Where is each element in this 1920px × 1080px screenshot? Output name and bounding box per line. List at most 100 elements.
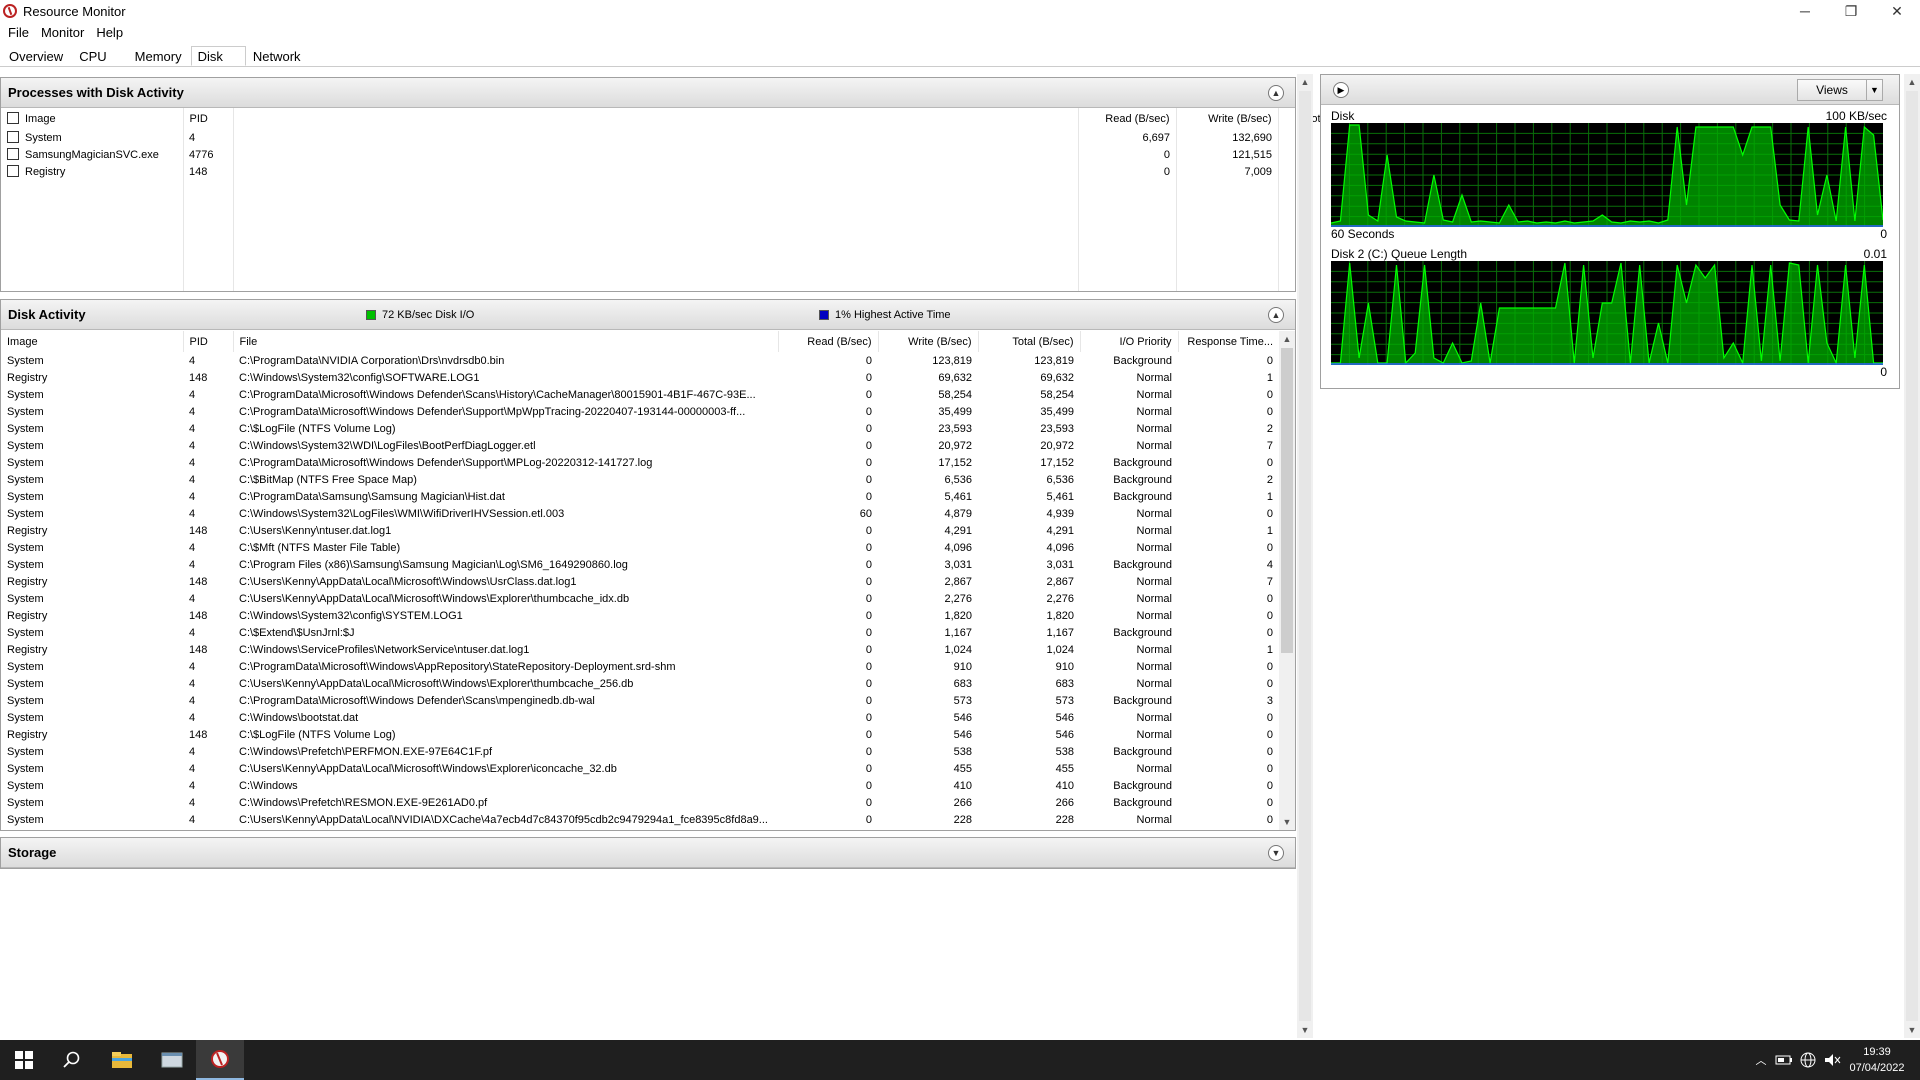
table-row[interactable]: System 4 C:\Windows\System32\WDI\LogFiles\… bbox=[1, 437, 1279, 454]
table-row[interactable]: System 4 C:\Windows\Prefetch\RESMON.EXE-9E… bbox=[1, 794, 1279, 811]
scroll-down-icon[interactable]: ▼ bbox=[1904, 1022, 1920, 1038]
column-header-write[interactable]: Write (B/sec) bbox=[878, 331, 979, 352]
file-image: System bbox=[7, 745, 44, 758]
table-row[interactable]: System 4 C:\Windows 0 410 410 Background 0 bbox=[1, 777, 1279, 794]
process-image[interactable]: System bbox=[1, 129, 183, 146]
column-header-image[interactable]: Image bbox=[1, 331, 184, 352]
table-row[interactable]: System 4 C:\ProgramData\NVIDIA Corporation… bbox=[1, 352, 1279, 369]
scroll-thumb[interactable] bbox=[1299, 91, 1311, 1021]
scroll-thumb[interactable] bbox=[1906, 91, 1918, 1021]
process-checkbox[interactable] bbox=[7, 165, 19, 177]
scroll-thumb[interactable] bbox=[1281, 348, 1293, 653]
table-row[interactable]: System 4 C:\Windows\bootstat.dat 0 546 546 Nor… bbox=[1, 709, 1279, 726]
tab-cpu[interactable]: CPU bbox=[72, 46, 127, 66]
table-row[interactable]: System 4 C:\ProgramData\Microsoft\Windows … bbox=[1, 454, 1279, 471]
table-row[interactable]: System 4 C:\Windows\Prefetch\PERFMON.EXE-9… bbox=[1, 743, 1279, 760]
table-row[interactable]: Registry 148 C:\$LogFile (NTFS Volume Log)… bbox=[1, 726, 1279, 743]
taskbar-clock[interactable]: 19:39 07/04/2022 bbox=[1842, 1044, 1912, 1076]
speaker-muted-icon[interactable] bbox=[1823, 1052, 1841, 1068]
process-row[interactable]: Registry14807,0097,009 bbox=[1, 163, 1395, 180]
table-row[interactable]: Registry 148 C:\Windows\ServiceProfiles\Ne… bbox=[1, 641, 1279, 658]
table-row[interactable]: System 4 C:\Windows\System32\LogFiles\WMI\… bbox=[1, 505, 1279, 522]
table-row[interactable]: System 4 C:\ProgramData\Samsung\Samsung Ma… bbox=[1, 488, 1279, 505]
storage-header[interactable]: Storage ▼ bbox=[1, 838, 1295, 868]
tab-disk[interactable]: Disk bbox=[190, 46, 246, 66]
collapse-icon[interactable]: ▲ bbox=[1268, 307, 1284, 323]
file-image: System bbox=[7, 558, 44, 571]
tab-overview[interactable]: Overview bbox=[2, 46, 72, 66]
restore-button[interactable]: ❐ bbox=[1828, 0, 1874, 22]
table-row[interactable]: System 4 C:\$Mft (NTFS Master File Table) 0… bbox=[1, 539, 1279, 556]
table-row[interactable]: System4C:\Users\Kenny\AppData\Local\Micr… bbox=[1, 828, 1279, 830]
disk-activity-scrollbar[interactable]: ▲ ▼ bbox=[1279, 331, 1295, 830]
resource-monitor-taskbar-button[interactable] bbox=[196, 1040, 244, 1080]
file-explorer-button[interactable] bbox=[98, 1040, 146, 1080]
queue-length-graph bbox=[1331, 261, 1883, 365]
start-button[interactable] bbox=[0, 1040, 48, 1080]
table-row[interactable]: System4C:\Users\Kenny\AppData\Local\Micr… bbox=[1, 675, 1279, 692]
file-response-time: 0 bbox=[1266, 507, 1273, 520]
column-header-pid[interactable]: PID bbox=[183, 331, 234, 352]
disk-activity-header[interactable]: Disk Activity 72 KB/sec Disk I/O 1% High… bbox=[1, 300, 1295, 330]
file-response-time: 0 bbox=[1266, 813, 1273, 826]
table-row[interactable]: System 4 C:\ProgramData\Microsoft\Windows … bbox=[1, 692, 1279, 709]
scroll-up-icon[interactable]: ▲ bbox=[1279, 331, 1295, 347]
file-total: 228 bbox=[978, 828, 1080, 830]
column-header-io-priority[interactable]: I/O Priority bbox=[1080, 331, 1179, 352]
process-image[interactable]: Registry bbox=[1, 163, 183, 180]
tab-network[interactable]: Network bbox=[246, 46, 310, 66]
table-row[interactable]: System 4 C:\ProgramData\Microsoft\Windows\… bbox=[1, 658, 1279, 675]
expand-icon[interactable]: ▼ bbox=[1268, 845, 1284, 861]
views-button[interactable]: Views ▼ bbox=[1797, 79, 1883, 101]
table-row[interactable]: System 4 C:\$BitMap (NTFS Free Space Map) 0… bbox=[1, 471, 1279, 488]
column-header-read[interactable]: Read (B/sec) bbox=[778, 331, 879, 352]
right-pane-scrollbar[interactable]: ▲ ▼ bbox=[1904, 74, 1920, 1038]
scroll-down-icon[interactable]: ▼ bbox=[1279, 814, 1295, 830]
table-row[interactable]: System 4 C:\$Extend\$UsnJrnl:$J 0 1,167 1,167… bbox=[1, 624, 1279, 641]
column-header-total[interactable]: Total (B/sec) bbox=[978, 331, 1081, 352]
tab-memory[interactable]: Memory bbox=[128, 46, 191, 66]
scroll-up-icon[interactable]: ▲ bbox=[1297, 74, 1313, 90]
processes-header[interactable]: Processes with Disk Activity ▲ bbox=[1, 78, 1295, 108]
table-row[interactable]: Registry 148 C:\Users\Kenny\ntuser.dat.log… bbox=[1, 522, 1279, 539]
dropdown-arrow-icon[interactable]: ▼ bbox=[1866, 80, 1882, 100]
process-image[interactable]: SamsungMagicianSVC.exe bbox=[1, 146, 183, 163]
column-header-read[interactable]: Read (B/sec) bbox=[1078, 108, 1177, 129]
menu-file[interactable]: File bbox=[8, 25, 29, 40]
battery-icon[interactable] bbox=[1775, 1053, 1793, 1067]
network-globe-icon[interactable] bbox=[1799, 1051, 1817, 1069]
minimize-button[interactable]: ─ bbox=[1782, 0, 1828, 22]
column-header-write[interactable]: Write (B/sec) bbox=[1176, 108, 1279, 129]
process-checkbox[interactable] bbox=[7, 131, 19, 143]
search-button[interactable] bbox=[48, 1040, 96, 1080]
close-button[interactable]: ✕ bbox=[1874, 0, 1920, 22]
process-checkbox[interactable] bbox=[7, 148, 19, 160]
table-row[interactable]: System 4 C:\ProgramData\Microsoft\Windows … bbox=[1, 403, 1279, 420]
column-header-image[interactable]: Image bbox=[1, 108, 184, 129]
column-header-file[interactable]: File bbox=[233, 331, 779, 352]
table-row[interactable]: System 4 C:\ProgramData\Microsoft\Windows … bbox=[1, 386, 1279, 403]
process-row[interactable]: SamsungMagicianSVC.exe47760121,515121,51… bbox=[1, 146, 1395, 163]
table-row[interactable]: System 4 C:\Program Files (x86)\Samsung\Sa… bbox=[1, 556, 1279, 573]
menu-help[interactable]: Help bbox=[96, 25, 123, 40]
app-button[interactable] bbox=[148, 1040, 196, 1080]
collapse-icon[interactable]: ▲ bbox=[1268, 85, 1284, 101]
scroll-up-icon[interactable]: ▲ bbox=[1904, 74, 1920, 90]
select-all-checkbox[interactable] bbox=[7, 112, 19, 124]
file-path: C:\Windows\System32\LogFiles\WMI\WifiDri… bbox=[239, 507, 565, 520]
chevron-right-icon[interactable]: ▶ bbox=[1333, 82, 1349, 98]
table-row[interactable]: System4C:\Users\Kenny\AppData\Local\Micr… bbox=[1, 760, 1279, 777]
table-row[interactable]: Registry 148 C:\Windows\System32\config\SO… bbox=[1, 369, 1279, 386]
column-header-response-time[interactable]: Response Time... bbox=[1178, 331, 1279, 352]
menu-monitor[interactable]: Monitor bbox=[41, 25, 84, 40]
table-row[interactable]: System 4 C:\$LogFile (NTFS Volume Log) 0 23,… bbox=[1, 420, 1279, 437]
scroll-down-icon[interactable]: ▼ bbox=[1297, 1022, 1313, 1038]
table-row[interactable]: Registry 148 C:\Users\Kenny\AppData\Local\… bbox=[1, 573, 1279, 590]
table-row[interactable]: System 4 C:\Users\Kenny\AppData\Local\NVID… bbox=[1, 811, 1279, 828]
table-row[interactable]: Registry 148 C:\Windows\System32\config\SY… bbox=[1, 607, 1279, 624]
show-hidden-icons-icon[interactable]: ︿ bbox=[1750, 1052, 1772, 1068]
table-row[interactable]: System4C:\Users\Kenny\AppData\Local\Micr… bbox=[1, 590, 1279, 607]
column-header-pid[interactable]: PID bbox=[183, 108, 234, 129]
process-row[interactable]: System46,697132,690139,387 bbox=[1, 129, 1395, 146]
left-pane-scrollbar[interactable]: ▲ ▼ bbox=[1297, 74, 1313, 1038]
